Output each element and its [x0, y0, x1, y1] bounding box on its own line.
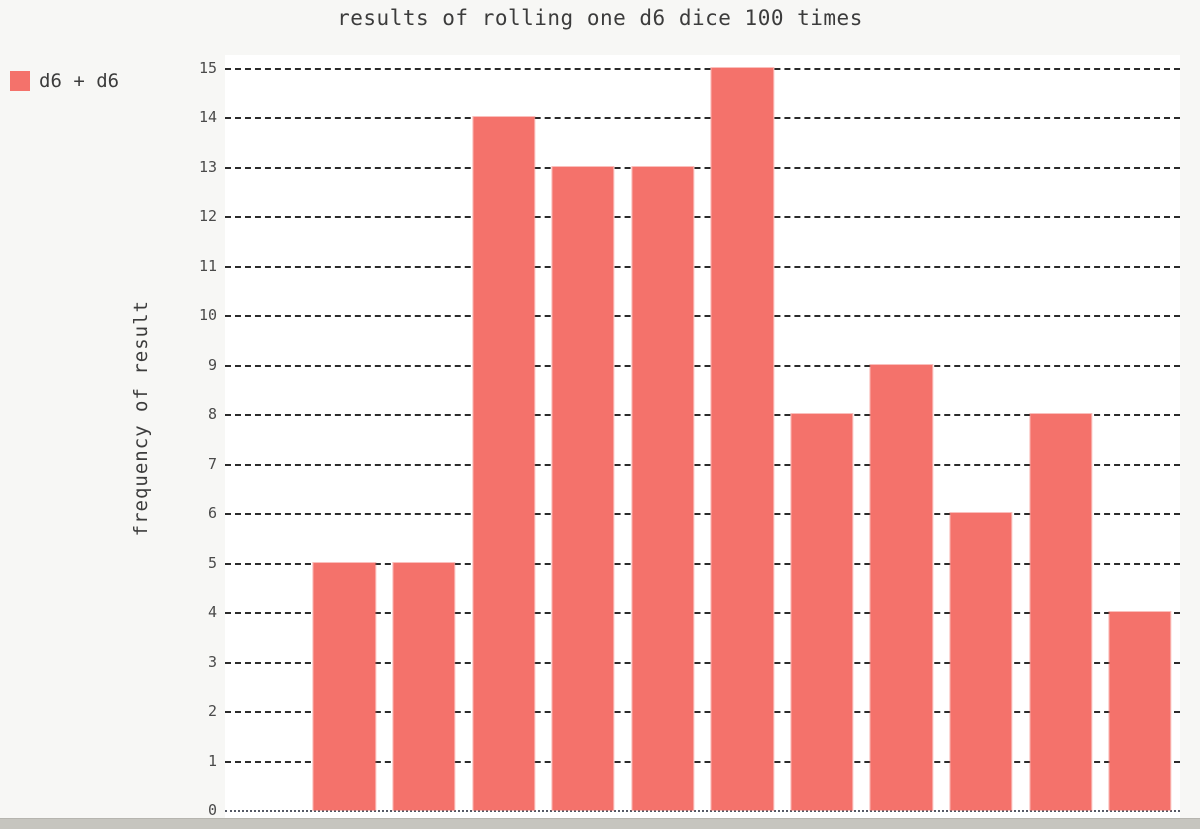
- y-axis-tick-label: 11: [198, 256, 217, 275]
- bar[interactable]: [471, 116, 536, 811]
- legend-swatch-d6-plus-d6: [10, 71, 30, 91]
- bar[interactable]: [1108, 611, 1172, 811]
- bar-slot: [543, 55, 623, 818]
- y-axis-tick-label: 14: [198, 108, 217, 127]
- bar[interactable]: [710, 67, 774, 811]
- bar-slot: [703, 55, 783, 818]
- y-axis-tick-label: 2: [207, 702, 217, 721]
- bar-slot: [1021, 55, 1101, 818]
- bar[interactable]: [631, 165, 695, 812]
- y-axis-tick-label: 9: [207, 355, 217, 374]
- y-axis-tick-label: 3: [207, 652, 217, 671]
- y-axis-tick-label: 15: [198, 59, 217, 77]
- y-axis-tick-label: 5: [207, 553, 217, 572]
- bar[interactable]: [551, 165, 615, 812]
- legend-label-d6-plus-d6: d6 + d6: [39, 70, 120, 92]
- y-axis-title: frequency of result: [130, 300, 152, 537]
- y-axis-tick-label: 6: [207, 504, 217, 523]
- y-axis-tick-label: 12: [198, 207, 217, 226]
- bar-slot: [782, 55, 862, 818]
- bar-slot: [1100, 55, 1180, 818]
- y-axis-tick-label: 10: [198, 306, 217, 325]
- chart-legend: d6 + d6: [10, 70, 119, 92]
- bar-slot: [464, 55, 544, 818]
- bar-slot: [225, 55, 305, 818]
- bar[interactable]: [949, 512, 1013, 811]
- bar[interactable]: [790, 413, 854, 811]
- y-axis-tick-label: 1: [207, 751, 217, 770]
- y-axis-tick-label: 8: [207, 405, 217, 424]
- y-axis-tick-label: 7: [207, 454, 217, 473]
- page-title: results of rolling one d6 dice 100 times: [337, 6, 863, 30]
- bottom-chrome-band: [0, 818, 1200, 829]
- y-axis-tick-label: 0: [207, 801, 217, 819]
- bar[interactable]: [312, 561, 376, 812]
- bar[interactable]: [869, 363, 934, 812]
- bar-slot: [941, 55, 1021, 818]
- bar[interactable]: [392, 561, 456, 812]
- bar-slot: [623, 55, 703, 818]
- bar-slot: [384, 55, 464, 818]
- y-axis-tick-labels: 15 14 13 12 11 10 9 8 7 6 5 4 3 2 1 0: [175, 55, 217, 819]
- bar-slot: [862, 55, 942, 818]
- bar[interactable]: [1028, 413, 1093, 811]
- bar-series-d6-plus-d6: [225, 55, 1180, 818]
- bottom-chrome-line: [0, 818, 1200, 819]
- y-axis-tick-label: 13: [198, 157, 217, 176]
- y-axis-tick-label: 4: [207, 603, 217, 622]
- plot-area: [225, 55, 1180, 818]
- bar-slot: [305, 55, 385, 818]
